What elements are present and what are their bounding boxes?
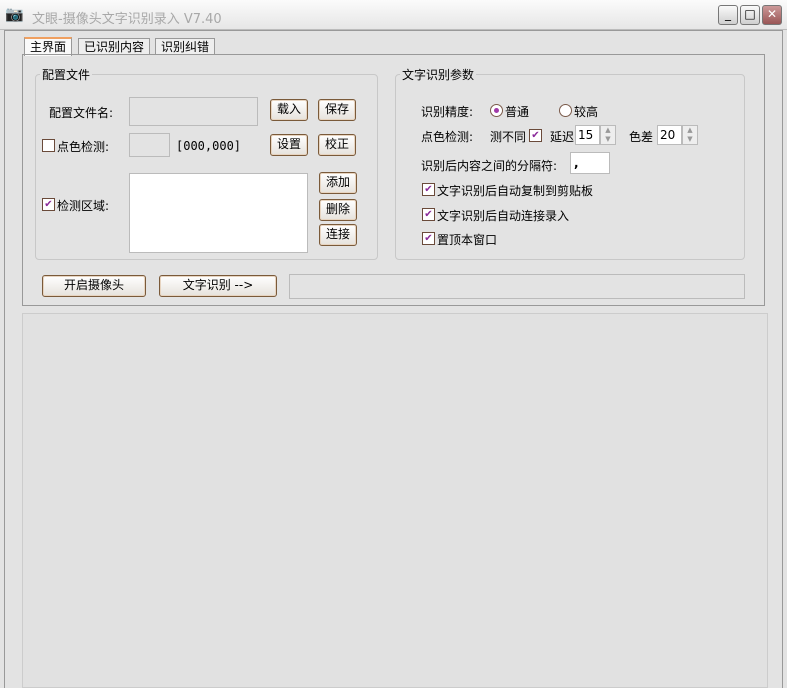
filename-input[interactable] (129, 97, 258, 126)
tolerance-input[interactable]: 20 (657, 125, 682, 145)
add-button[interactable]: 添加 (319, 172, 357, 194)
auto-input-checkbox[interactable]: ✔ (422, 208, 435, 221)
region-list[interactable] (129, 173, 308, 253)
color-check-checkbox[interactable] (42, 139, 55, 152)
ocr-legend: 文字识别参数 (402, 68, 475, 82)
camera-icon: 📷 (5, 5, 24, 23)
tab-correction[interactable]: 识别纠错 (155, 38, 216, 55)
auto-copy-label: 文字识别后自动复制到剪贴板 (437, 184, 594, 198)
minimize-button[interactable]: _ (718, 5, 738, 25)
close-button[interactable]: ✕ (762, 5, 782, 25)
recognize-button[interactable]: 文字识别 --> (159, 275, 277, 297)
separator-label: 识别后内容之间的分隔符: (421, 159, 558, 173)
delay-spinner[interactable]: ▲ ▼ (600, 125, 616, 145)
color-swatch (129, 133, 170, 157)
delay-label: 延迟 (550, 130, 575, 144)
auto-copy-checkbox[interactable]: ✔ (422, 183, 435, 196)
load-button[interactable]: 载入 (270, 99, 308, 121)
region-label: 检测区域: (57, 199, 110, 213)
region-checkbox[interactable]: ✔ (42, 198, 55, 211)
delay-input[interactable]: 15 (575, 125, 600, 145)
diff-label: 测不同 (490, 130, 527, 144)
precision-high-radio[interactable] (559, 104, 572, 117)
save-button[interactable]: 保存 (318, 99, 356, 121)
calibrate-button[interactable]: 校正 (318, 134, 356, 156)
coord-readout: [000,000] (176, 139, 242, 153)
precision-normal-label: 普通 (505, 105, 530, 119)
connect-button[interactable]: 连接 (319, 224, 357, 246)
tolerance-spinner[interactable]: ▲ ▼ (682, 125, 698, 145)
tolerance-label: 色差 (629, 130, 654, 144)
precision-label: 识别精度: (421, 105, 474, 119)
config-legend: 配置文件 (42, 68, 91, 82)
open-camera-button[interactable]: 开启摄像头 (42, 275, 146, 297)
status-field (289, 274, 745, 299)
diff-checkbox[interactable]: ✔ (529, 129, 542, 142)
always-on-top-checkbox[interactable]: ✔ (422, 232, 435, 245)
precision-high-label: 较高 (574, 105, 599, 119)
delete-button[interactable]: 删除 (319, 199, 357, 221)
maximize-button[interactable]: □ (740, 5, 760, 25)
title-bar: 📷 文眼-摄像头文字识别录入 V7.40 _ □ ✕ (0, 0, 787, 30)
always-on-top-label: 置顶本窗口 (437, 233, 498, 247)
filename-label: 配置文件名: (49, 106, 114, 120)
camera-preview-area (22, 313, 768, 688)
auto-input-label: 文字识别后自动连接录入 (437, 209, 570, 223)
window-title: 文眼-摄像头文字识别录入 V7.40 (32, 12, 222, 27)
set-button[interactable]: 设置 (270, 134, 308, 156)
color-check-label: 点色检测: (57, 140, 110, 154)
tab-panel: 配置文件 配置文件名: 载入 保存 点色检测: [000,000] 设置 校正 … (22, 54, 765, 306)
separator-input[interactable]: , (570, 152, 610, 174)
precision-normal-radio[interactable] (490, 104, 503, 117)
ocr-color-label: 点色检测: (421, 130, 474, 144)
tab-recognized-content[interactable]: 已识别内容 (78, 38, 151, 55)
